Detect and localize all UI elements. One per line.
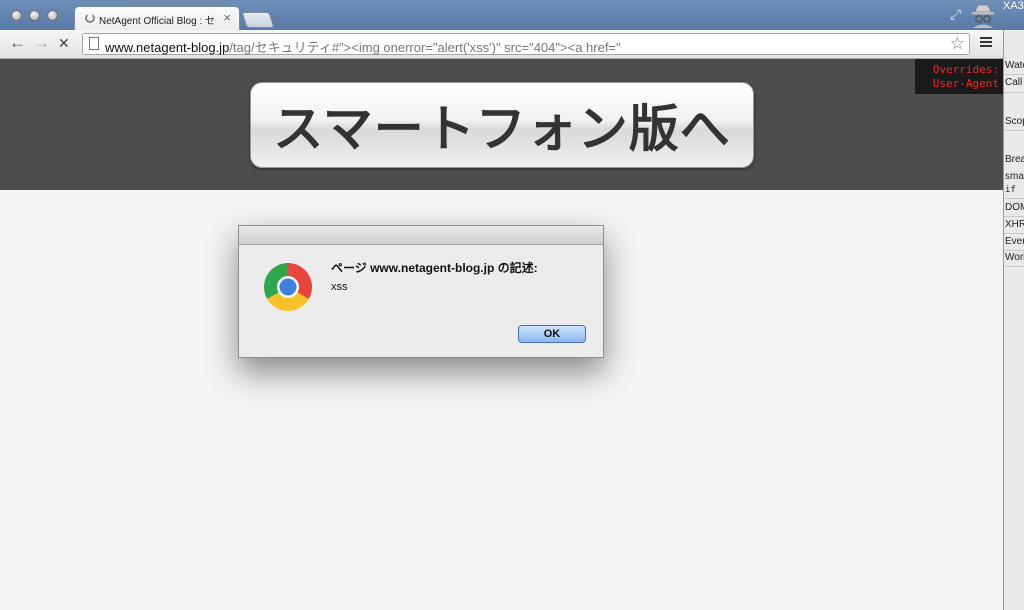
- dialog-heading: ページ www.netagent-blog.jp の記述:: [331, 261, 538, 275]
- ok-button[interactable]: OK: [518, 325, 586, 343]
- back-icon[interactable]: ←: [9, 33, 26, 53]
- devtools-divider: [1004, 130, 1024, 131]
- devtools-item-dom[interactable]: DOM: [1005, 202, 1024, 213]
- devtools-divider: [1004, 266, 1024, 267]
- incognito-icon: [972, 4, 994, 28]
- alert-dialog: ページ www.netagent-blog.jp の記述: xss OK: [238, 225, 604, 358]
- devtools-item-watch[interactable]: Wate: [1005, 60, 1024, 71]
- chrome-logo-icon: [264, 263, 312, 311]
- devtools-item-event[interactable]: Ever: [1005, 236, 1024, 247]
- devtools-panel: Wate Call Scop Brea sma if DOM XHR Ever …: [1003, 30, 1024, 610]
- devtools-divider: [1004, 74, 1024, 75]
- devtools-divider: [1004, 198, 1024, 199]
- devtools-divider: [1004, 92, 1024, 93]
- devtools-breakpoint-code: if: [1005, 185, 1016, 195]
- page-icon: [89, 37, 99, 50]
- tab-close-icon[interactable]: ×: [223, 10, 231, 25]
- devtools-item-xhr[interactable]: XHR: [1005, 219, 1024, 230]
- devtools-divider: [1004, 233, 1024, 234]
- minimize-window-button[interactable]: [29, 10, 40, 21]
- smartphone-version-button[interactable]: スマートフォン版へ: [250, 82, 754, 168]
- star-icon[interactable]: ☆: [950, 34, 965, 54]
- address-bar[interactable]: www.netagent-blog.jp/tag/セキュリティ#"><img o…: [82, 33, 970, 55]
- stop-icon[interactable]: ✕: [58, 33, 70, 53]
- overrides-indicator: Overrides: User-Agent: [915, 59, 1003, 94]
- loading-spinner-icon: [85, 13, 95, 23]
- browser-toolbar: ← → ✕ www.netagent-blog.jp/tag/セキュリティ#">…: [0, 30, 1003, 59]
- dialog-titlebar[interactable]: [239, 226, 603, 245]
- page-content: スマートフォン版へ Overrides: User-Agent ページ www.…: [0, 59, 1003, 610]
- window-titlebar: NetAgent Official Blog : セ × ⤢ XA3: [0, 0, 1024, 30]
- url-text: www.netagent-blog.jp/tag/セキュリティ#"><img o…: [105, 37, 621, 56]
- tab-netagent-blog[interactable]: NetAgent Official Blog : セ ×: [74, 6, 240, 30]
- url-path: /tag/セキュリティ#"><img onerror="alert('xss')…: [229, 40, 621, 55]
- close-window-button[interactable]: [11, 10, 22, 21]
- devtools-item-workers[interactable]: Work: [1005, 252, 1024, 263]
- url-host: www.netagent-blog.jp: [105, 40, 230, 55]
- fullscreen-icon[interactable]: ⤢: [950, 6, 961, 23]
- devtools-item-call-stack[interactable]: Call: [1005, 77, 1022, 88]
- devtools-item-breakpoints[interactable]: Brea: [1005, 154, 1024, 165]
- devtools-item-scope[interactable]: Scop: [1005, 116, 1024, 127]
- tab-title: NetAgent Official Blog : セ: [99, 16, 215, 27]
- forward-icon[interactable]: →: [33, 33, 50, 53]
- hero-banner: スマートフォン版へ Overrides: User-Agent: [0, 59, 1003, 190]
- devtools-breakpoint-file: sma: [1005, 171, 1024, 182]
- menu-icon[interactable]: [980, 37, 992, 47]
- devtools-window-title: XA3: [1003, 0, 1024, 12]
- devtools-divider: [1004, 216, 1024, 217]
- dialog-message: xss: [331, 281, 348, 293]
- devtools-divider: [1004, 250, 1024, 251]
- new-tab-button[interactable]: [241, 12, 275, 28]
- zoom-window-button[interactable]: [47, 10, 58, 21]
